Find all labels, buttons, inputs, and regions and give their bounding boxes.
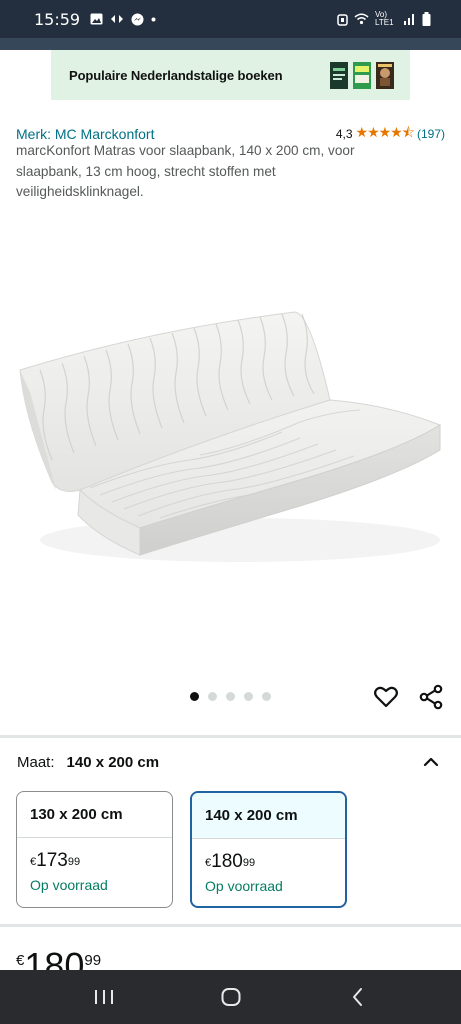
status-notification-icons bbox=[90, 13, 156, 26]
size-option-price: € 180 99 bbox=[192, 839, 345, 873]
product-title: marcKonfort Matras voor slaapbank, 140 x… bbox=[16, 143, 355, 199]
network-label: Vo) LTE1 bbox=[375, 10, 394, 27]
system-nav-bar bbox=[0, 970, 461, 1024]
price-fraction: 99 bbox=[67, 856, 81, 868]
size-option-name: 140 x 200 cm bbox=[192, 793, 345, 839]
price-whole: 173 bbox=[36, 850, 68, 871]
chevron-up-icon[interactable] bbox=[421, 752, 441, 772]
sync-icon bbox=[111, 15, 124, 23]
book-cover-icon bbox=[376, 62, 394, 89]
status-bar: 15:59 Vo) LTE1 bbox=[0, 0, 461, 38]
price-fraction: 99 bbox=[84, 952, 102, 969]
wifi-icon bbox=[354, 13, 369, 25]
review-count[interactable]: (197) bbox=[417, 127, 445, 141]
promo-banner[interactable]: Populaire Nederlandstalige boeken bbox=[51, 50, 410, 100]
back-button[interactable] bbox=[343, 982, 373, 1012]
stock-status: Op voorraad bbox=[30, 877, 108, 893]
gallery-dot[interactable] bbox=[262, 692, 271, 701]
status-system-icons: Vo) LTE1 bbox=[337, 11, 431, 27]
stock-status: Op voorraad bbox=[205, 878, 283, 894]
size-option-130x200[interactable]: 130 x 200 cm € 173 99 Op voorraad bbox=[16, 791, 173, 908]
size-selected-value: 140 x 200 cm bbox=[66, 753, 160, 771]
gallery-dots[interactable] bbox=[190, 692, 271, 701]
header-strip bbox=[0, 38, 461, 50]
price-whole: 180 bbox=[24, 946, 85, 971]
gallery-icon bbox=[90, 13, 103, 25]
gallery-dot[interactable] bbox=[190, 692, 199, 701]
home-button[interactable] bbox=[216, 982, 246, 1012]
gallery-dot[interactable] bbox=[208, 692, 217, 701]
back-icon bbox=[352, 988, 362, 1006]
price-whole: 180 bbox=[211, 851, 243, 872]
gallery-dot[interactable] bbox=[244, 692, 253, 701]
book-cover-icon bbox=[330, 62, 348, 89]
brand-link[interactable]: Merk: MC Marckonfort bbox=[16, 126, 154, 142]
size-option-price: € 173 99 bbox=[17, 838, 172, 872]
product-image[interactable] bbox=[0, 210, 461, 670]
signal-icon bbox=[404, 14, 414, 25]
currency-symbol: € bbox=[16, 952, 25, 969]
messenger-icon bbox=[131, 13, 144, 25]
battery-icon bbox=[422, 12, 431, 26]
size-selector-header[interactable]: Maat: 140 x 200 cm bbox=[17, 752, 441, 772]
banner-text: Populaire Nederlandstalige boeken bbox=[69, 67, 283, 83]
dot-icon bbox=[151, 17, 156, 21]
status-time: 15:59 bbox=[34, 9, 81, 29]
recent-apps-icon bbox=[94, 990, 113, 1004]
gallery-dot[interactable] bbox=[226, 692, 235, 701]
section-divider bbox=[0, 924, 461, 927]
book-cover-icon bbox=[353, 62, 371, 89]
rating-value: 4,3 bbox=[335, 127, 353, 141]
size-option-name: 130 x 200 cm bbox=[17, 792, 172, 838]
size-option-140x200[interactable]: 140 x 200 cm € 180 99 Op voorraad bbox=[190, 791, 347, 908]
section-divider bbox=[0, 735, 461, 738]
heart-icon[interactable] bbox=[373, 684, 399, 710]
size-label: Maat: bbox=[17, 753, 55, 771]
main-price: € 180 99 bbox=[16, 946, 102, 971]
banner-books bbox=[330, 62, 394, 89]
price-fraction: 99 bbox=[242, 857, 256, 869]
alarm-icon bbox=[337, 13, 348, 26]
share-icon[interactable] bbox=[418, 684, 444, 710]
recent-apps-button[interactable] bbox=[89, 982, 119, 1012]
home-icon bbox=[221, 988, 240, 1006]
